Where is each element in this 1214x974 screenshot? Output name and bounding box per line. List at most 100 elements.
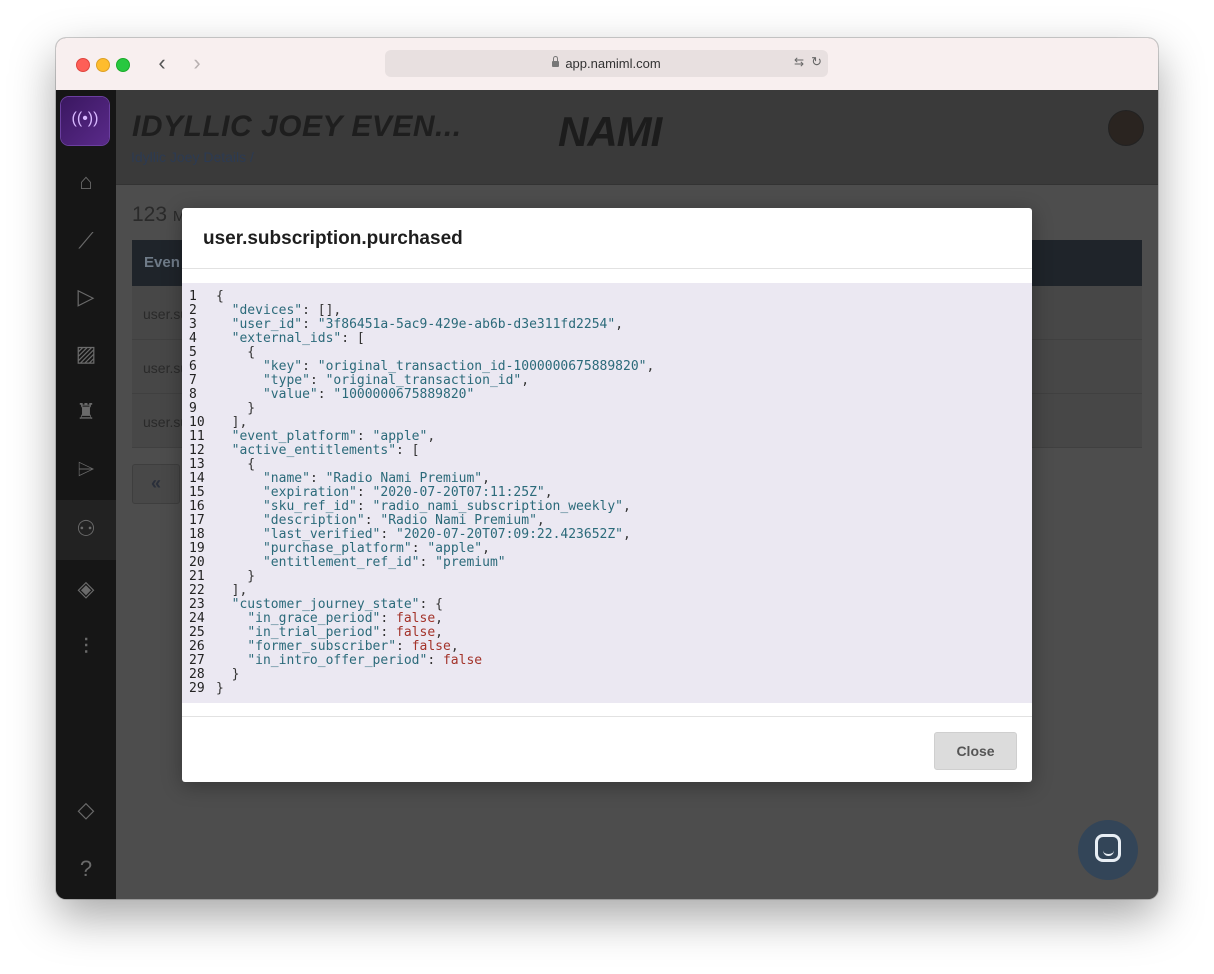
line-number: 23 <box>189 597 205 612</box>
line-number: 22 <box>189 583 205 598</box>
reload-icon[interactable]: ↻ <box>811 54 822 70</box>
code-line: 9 } <box>189 402 654 416</box>
code-lines: 1{2 "devices": [], 3 "user_id": "3f86451a… <box>189 290 654 696</box>
code-line: 26 "former_subscriber": false, <box>189 640 654 654</box>
code-text: { <box>216 289 224 304</box>
line-number: 8 <box>189 387 197 402</box>
line-number: 13 <box>189 457 205 472</box>
code-text: "devices": [], <box>231 303 342 318</box>
code-line: 24 "in_grace_period": false, <box>189 612 654 626</box>
line-number: 9 <box>189 401 197 416</box>
code-text: "expiration": "2020-07-20T07:11:25Z", <box>262 485 553 500</box>
minimize-window-button[interactable] <box>96 58 110 72</box>
line-number: 7 <box>189 373 197 388</box>
maximize-window-button[interactable] <box>116 58 130 72</box>
code-text: } <box>216 401 256 416</box>
url-text: app.namiml.com <box>385 56 828 71</box>
line-number: 10 <box>189 415 205 430</box>
code-line: 2 "devices": [], <box>189 304 654 318</box>
line-number: 11 <box>189 429 205 444</box>
code-text: "value": "1000000675889820" <box>262 387 475 402</box>
browser-window: ‹ › app.namiml.com ⇆ ↻ ((•)) ⌂ ⟋ ▷ ▨ ♜ ⌲… <box>56 38 1158 899</box>
code-line: 7 "type": "original_transaction_id", <box>189 374 654 388</box>
code-text: "in_intro_offer_period": false <box>247 653 483 668</box>
code-text: "purchase_platform": "apple", <box>262 541 490 556</box>
line-number: 3 <box>189 317 197 332</box>
close-button[interactable]: Close <box>934 732 1017 770</box>
code-line: 22 ], <box>189 584 654 598</box>
code-text: "in_grace_period": false, <box>247 611 443 626</box>
code-text: "user_id": "3f86451a-5ac9-429e-ab6b-d3e3… <box>231 317 624 332</box>
line-number: 27 <box>189 653 205 668</box>
code-text: "customer_journey_state": { <box>231 597 443 612</box>
line-number: 15 <box>189 485 205 500</box>
code-text: "event_platform": "apple", <box>231 429 436 444</box>
line-number: 5 <box>189 345 197 360</box>
code-text: "description": "Radio Nami Premium", <box>262 513 545 528</box>
line-number: 25 <box>189 625 205 640</box>
divider <box>182 268 1032 269</box>
code-line: 6 "key": "original_transaction_id-100000… <box>189 360 654 374</box>
code-line: 28 } <box>189 668 654 682</box>
code-line: 27 "in_intro_offer_period": false <box>189 654 654 668</box>
code-text: "last_verified": "2020-07-20T07:09:22.42… <box>262 527 631 542</box>
line-number: 20 <box>189 555 205 570</box>
code-line: 20 "entitlement_ref_id": "premium" <box>189 556 654 570</box>
code-text: ], <box>216 415 248 430</box>
code-text: ], <box>216 583 248 598</box>
forward-icon[interactable]: › <box>185 51 209 77</box>
line-number: 29 <box>189 681 205 696</box>
code-line: 18 "last_verified": "2020-07-20T07:09:22… <box>189 528 654 542</box>
code-line: 5 { <box>189 346 654 360</box>
line-number: 19 <box>189 541 205 556</box>
code-line: 12 "active_entitlements": [ <box>189 444 654 458</box>
code-line: 17 "description": "Radio Nami Premium", <box>189 514 654 528</box>
line-number: 26 <box>189 639 205 654</box>
code-line: 10 ], <box>189 416 654 430</box>
code-line: 23 "customer_journey_state": { <box>189 598 654 612</box>
code-line: 21 } <box>189 570 654 584</box>
code-line: 29} <box>189 682 654 696</box>
chat-launcher-button[interactable] <box>1078 820 1138 880</box>
code-line: 14 "name": "Radio Nami Premium", <box>189 472 654 486</box>
code-line: 4 "external_ids": [ <box>189 332 654 346</box>
address-bar[interactable]: app.namiml.com ⇆ ↻ <box>385 50 828 77</box>
translate-icon[interactable]: ⇆ <box>794 55 804 69</box>
code-line: 11 "event_platform": "apple", <box>189 430 654 444</box>
line-number: 6 <box>189 359 197 374</box>
code-text: "external_ids": [ <box>231 331 365 346</box>
code-text: "name": "Radio Nami Premium", <box>262 471 490 486</box>
event-detail-modal: user.subscription.purchased 1{2 "devices… <box>182 208 1032 782</box>
chat-icon <box>1095 834 1121 862</box>
line-number: 16 <box>189 499 205 514</box>
code-text: "sku_ref_id": "radio_nami_subscription_w… <box>262 499 631 514</box>
browser-titlebar: ‹ › app.namiml.com ⇆ ↻ <box>56 38 1158 91</box>
code-text: "in_trial_period": false, <box>247 625 443 640</box>
code-line: 3 "user_id": "3f86451a-5ac9-429e-ab6b-d3… <box>189 318 654 332</box>
line-number: 28 <box>189 667 205 682</box>
code-text: } <box>216 681 224 696</box>
divider <box>182 716 1032 717</box>
line-number: 4 <box>189 331 197 346</box>
code-text: "active_entitlements": [ <box>231 443 420 458</box>
modal-title: user.subscription.purchased <box>203 228 463 249</box>
code-text: "key": "original_transaction_id-10000006… <box>262 359 655 374</box>
line-number: 1 <box>189 289 197 304</box>
code-line: 15 "expiration": "2020-07-20T07:11:25Z", <box>189 486 654 500</box>
line-number: 21 <box>189 569 205 584</box>
code-text: } <box>216 569 256 584</box>
line-number: 24 <box>189 611 205 626</box>
line-number: 17 <box>189 513 205 528</box>
code-line: 1{ <box>189 290 654 304</box>
line-number: 18 <box>189 527 205 542</box>
app-viewport: ((•)) ⌂ ⟋ ▷ ▨ ♜ ⌲ ⚇ ◈ ⫶ ◇ ? IDYLLIC JOEY… <box>56 90 1158 899</box>
code-line: 19 "purchase_platform": "apple", <box>189 542 654 556</box>
code-text: { <box>216 345 256 360</box>
close-window-button[interactable] <box>76 58 90 72</box>
code-text: } <box>216 667 240 682</box>
code-text: "type": "original_transaction_id", <box>262 373 530 388</box>
line-number: 14 <box>189 471 205 486</box>
code-text: { <box>216 457 256 472</box>
code-line: 13 { <box>189 458 654 472</box>
back-icon[interactable]: ‹ <box>150 51 174 77</box>
